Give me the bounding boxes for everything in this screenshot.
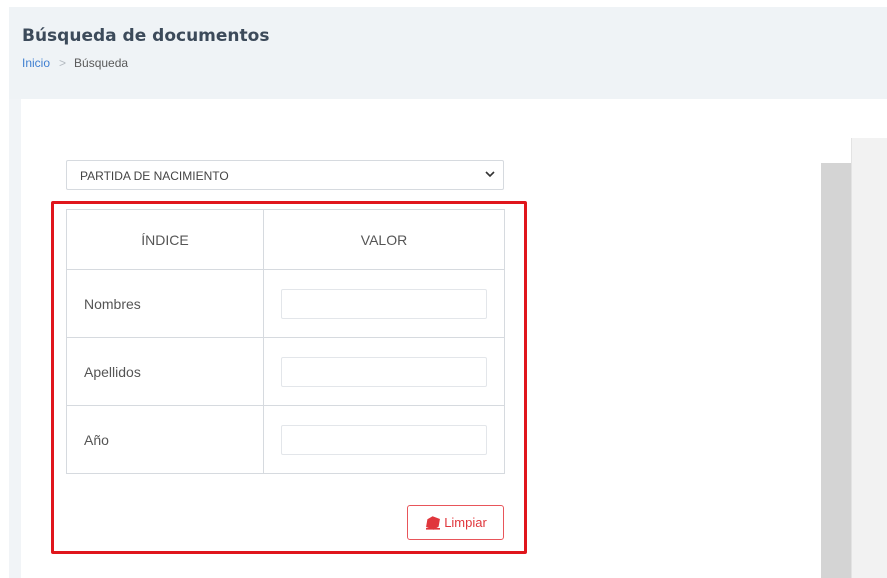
- nombres-input[interactable]: [281, 288, 487, 319]
- content-left-edge: [9, 99, 21, 578]
- side-panel: [851, 138, 887, 578]
- anio-input[interactable]: [281, 424, 487, 455]
- row-value-cell: [263, 337, 505, 406]
- breadcrumb-separator-icon: >: [59, 56, 67, 70]
- page-title: Búsqueda de documentos: [22, 26, 270, 46]
- table-row: Año: [66, 405, 505, 474]
- column-header-index: ÍNDICE: [66, 209, 264, 270]
- side-gray-block: [821, 163, 855, 578]
- row-label-anio: Año: [66, 405, 264, 474]
- table-row: Apellidos: [66, 337, 505, 406]
- row-value-cell: [263, 405, 505, 474]
- document-type-select[interactable]: PARTIDA DE NACIMIENTO: [66, 160, 504, 190]
- outer-margin: [0, 0, 9, 578]
- clear-button[interactable]: Limpiar: [407, 505, 504, 540]
- row-value-cell: [263, 269, 505, 338]
- row-label-apellidos: Apellidos: [66, 337, 264, 406]
- clear-button-label: Limpiar: [444, 515, 487, 530]
- apellidos-input[interactable]: [281, 356, 487, 387]
- breadcrumb: Inicio > Búsqueda: [22, 56, 128, 70]
- table-header-row: ÍNDICE VALOR: [66, 209, 505, 270]
- document-type-value: PARTIDA DE NACIMIENTO: [80, 169, 229, 183]
- eraser-icon: [426, 515, 441, 530]
- breadcrumb-home-link[interactable]: Inicio: [22, 56, 50, 70]
- table-row: Nombres: [66, 269, 505, 338]
- chevron-down-icon: [485, 171, 495, 178]
- breadcrumb-current: Búsqueda: [74, 56, 129, 70]
- page-header: Búsqueda de documentos Inicio > Búsqueda: [9, 7, 887, 99]
- index-table: ÍNDICE VALOR Nombres Apellidos Año: [66, 209, 505, 474]
- column-header-value: VALOR: [263, 209, 505, 270]
- row-label-nombres: Nombres: [66, 269, 264, 338]
